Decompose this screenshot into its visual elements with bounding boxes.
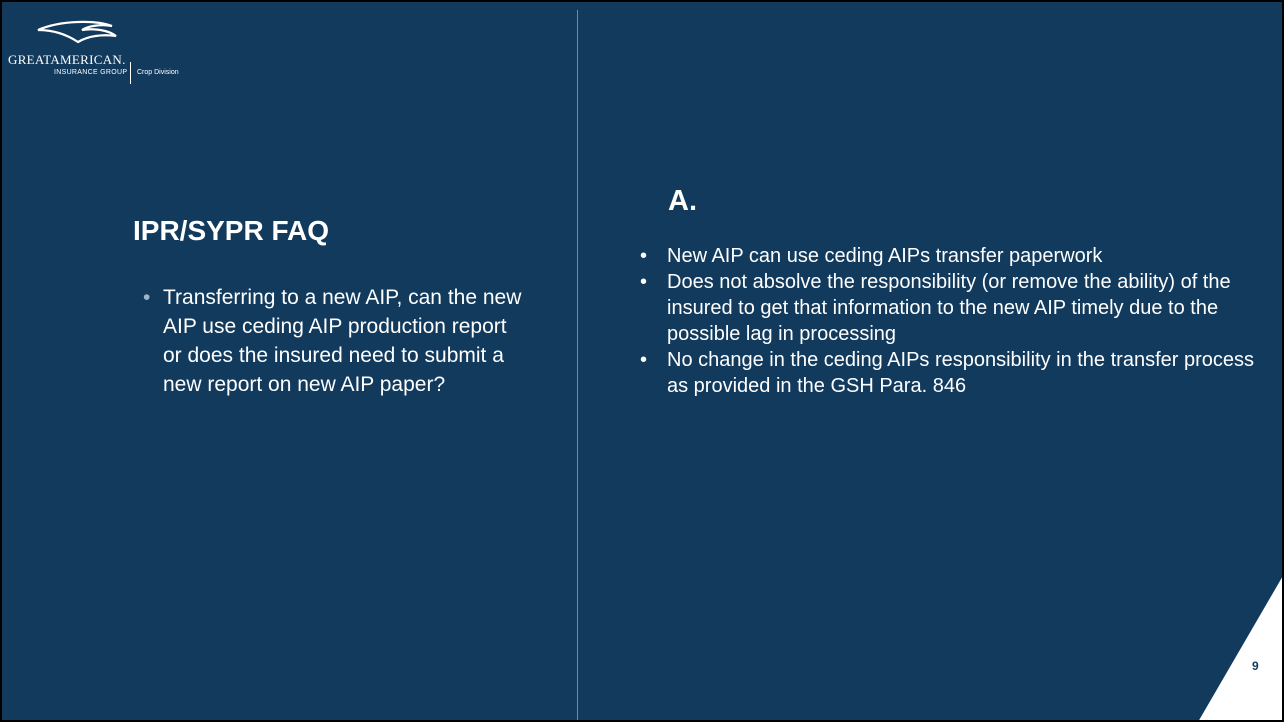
page-number: 9: [1252, 659, 1259, 673]
corner-triangle-decoration: [1198, 574, 1284, 722]
slide: GREATAMERICAN. INSURANCE GROUP Crop Divi…: [0, 0, 1284, 722]
